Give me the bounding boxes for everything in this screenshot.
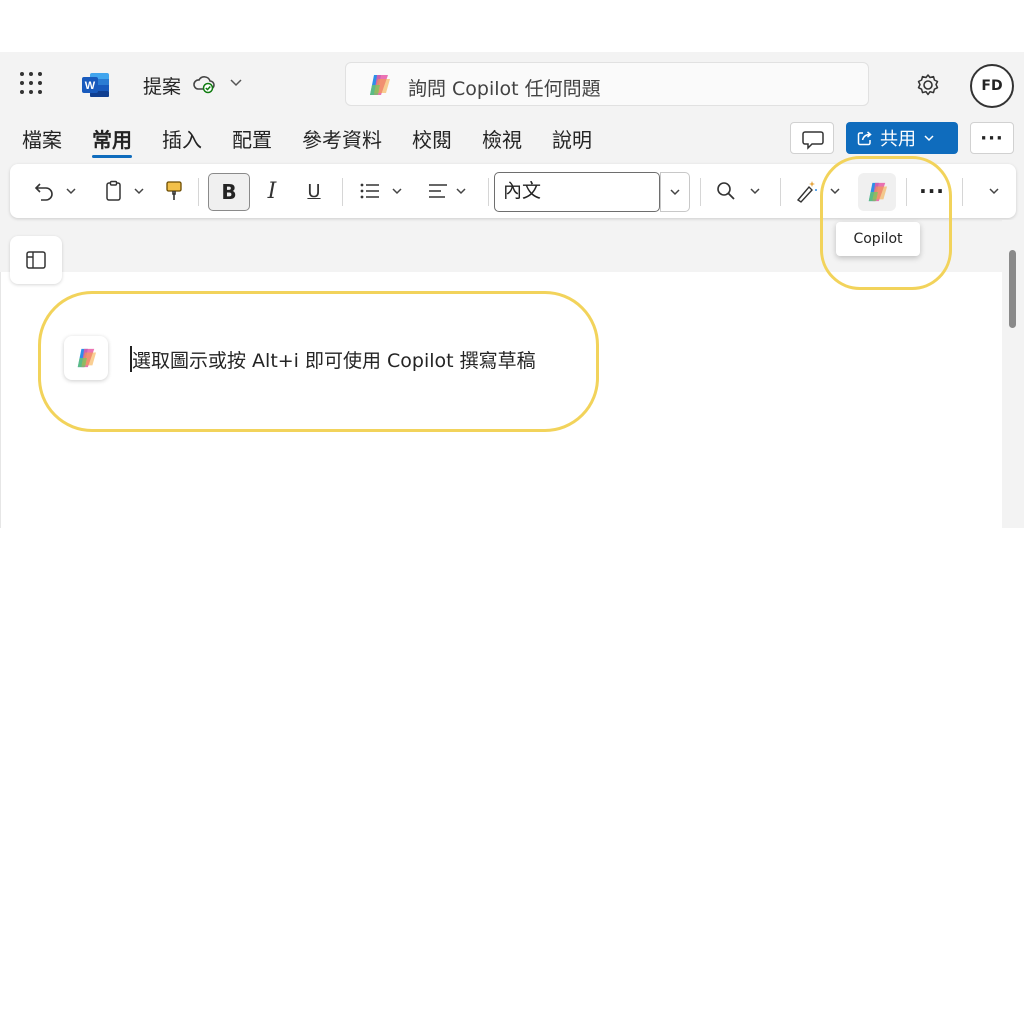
- chevron-down-icon[interactable]: [64, 184, 78, 198]
- underline-button[interactable]: U: [302, 176, 326, 206]
- more-options-button[interactable]: ···: [970, 122, 1014, 154]
- ribbon-collapse-button[interactable]: [982, 176, 1006, 206]
- paste-button[interactable]: [102, 164, 146, 218]
- tab-insert[interactable]: 插入: [162, 124, 202, 158]
- toolbar-divider: [700, 178, 701, 206]
- bullet-list-icon: [360, 183, 379, 199]
- chevron-down-icon: [670, 189, 680, 196]
- tab-review[interactable]: 校閱: [412, 124, 452, 158]
- gear-icon[interactable]: [915, 72, 941, 98]
- tab-references[interactable]: 參考資料: [302, 124, 382, 158]
- title-bar: W 提案 詢問 Copilot 任何問題 FD: [0, 52, 1024, 116]
- chevron-down-icon: [989, 188, 999, 195]
- magic-pen-icon: [796, 181, 817, 203]
- clipboard-icon: [106, 180, 121, 201]
- tab-help[interactable]: 說明: [552, 124, 592, 158]
- undo-icon: [34, 183, 53, 201]
- paragraph-style-select[interactable]: 內文: [494, 172, 660, 212]
- toolbar-divider: [488, 178, 489, 206]
- format-painter-icon: [166, 181, 182, 200]
- chevron-down-icon[interactable]: [390, 184, 404, 198]
- scrollbar-thumb[interactable]: [1009, 250, 1016, 328]
- highlight-callout-copilot: [820, 156, 952, 290]
- align-left-icon: [429, 184, 447, 198]
- svg-text:W: W: [85, 80, 96, 92]
- italic-button[interactable]: I: [260, 176, 284, 206]
- find-button[interactable]: [714, 164, 762, 218]
- navigation-pane-icon: [26, 251, 46, 269]
- chevron-down-icon: [924, 135, 934, 142]
- document-title[interactable]: 提案: [143, 72, 181, 99]
- search-icon: [717, 182, 735, 200]
- tab-layout[interactable]: 配置: [232, 124, 272, 158]
- align-button[interactable]: [426, 164, 468, 218]
- tab-home[interactable]: 常用: [92, 124, 132, 158]
- chevron-down-icon[interactable]: [748, 184, 762, 198]
- toolbar-divider: [342, 178, 343, 206]
- undo-button[interactable]: [32, 164, 78, 218]
- search-placeholder: 詢問 Copilot 任何問題: [408, 78, 601, 100]
- tab-view[interactable]: 檢視: [482, 124, 522, 158]
- chevron-down-icon[interactable]: [132, 184, 146, 198]
- toolbar-divider: [962, 178, 963, 206]
- chevron-down-icon[interactable]: [228, 74, 244, 90]
- style-dropdown-button[interactable]: [660, 172, 690, 212]
- share-button[interactable]: 共用: [846, 122, 958, 154]
- chevron-down-icon[interactable]: [454, 184, 468, 198]
- toolbar-divider: [780, 178, 781, 206]
- bullets-button[interactable]: [358, 164, 404, 218]
- comment-icon: [802, 131, 824, 150]
- cloud-saved-icon[interactable]: [192, 74, 216, 94]
- tab-file[interactable]: 檔案: [22, 124, 62, 158]
- word-logo-icon[interactable]: W: [82, 72, 110, 98]
- format-painter-button[interactable]: [162, 164, 186, 218]
- bold-button[interactable]: B: [208, 173, 250, 211]
- app-launcher-icon[interactable]: [20, 72, 42, 94]
- toolbar-divider: [198, 178, 199, 206]
- navigation-pane-button[interactable]: [10, 236, 62, 284]
- ribbon-tabs: 檔案 常用 插入 配置 參考資料 校閱 檢視 說明: [22, 124, 622, 160]
- copilot-search-box[interactable]: 詢問 Copilot 任何問題: [345, 62, 869, 106]
- highlight-callout-draft: [38, 291, 599, 432]
- share-label: 共用: [880, 129, 916, 150]
- comments-button[interactable]: [790, 122, 834, 154]
- copilot-icon: [370, 75, 390, 95]
- user-avatar[interactable]: FD: [970, 64, 1014, 108]
- share-icon: [857, 131, 872, 146]
